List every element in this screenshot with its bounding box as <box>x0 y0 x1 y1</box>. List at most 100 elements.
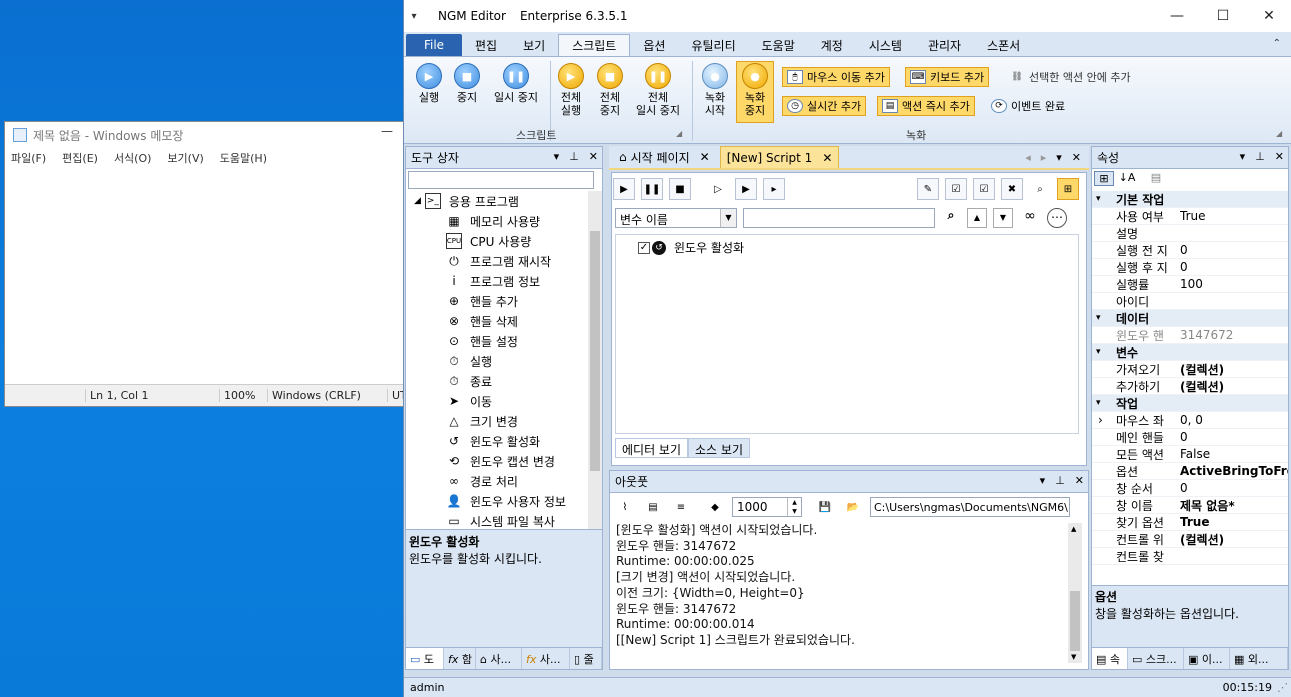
app-titlebar[interactable]: ▾ NGM Editor Enterprise 6.3.5.1 — ☐ ✕ <box>404 0 1291 32</box>
document-search-icon[interactable]: ▤ <box>642 496 664 518</box>
uncheck-icon[interactable]: ☑ <box>973 178 995 200</box>
collapse-arrow-icon[interactable]: ▾ <box>1096 347 1116 357</box>
tree-item[interactable]: ⟲ 윈도우 캡션 변경 <box>406 451 588 471</box>
tab-images[interactable]: ▣ 이... <box>1184 648 1230 669</box>
property-row[interactable]: 옵션 ActiveBringToFro <box>1092 463 1288 480</box>
close-icon[interactable]: ✕ <box>1246 0 1291 32</box>
search-icon[interactable]: ⌕ <box>1029 178 1051 200</box>
pause-all-button[interactable]: ❚❚ 전체 일시 중지 <box>630 63 686 117</box>
property-value[interactable]: True <box>1174 515 1288 529</box>
property-row[interactable]: 가져오기 (컬렉션) <box>1092 361 1288 378</box>
property-row[interactable]: 실행률 100 <box>1092 276 1288 293</box>
property-row[interactable]: 사용 여부 True <box>1092 208 1288 225</box>
variable-input[interactable] <box>743 208 935 228</box>
property-row[interactable]: 창 이름 제목 없음* <box>1092 497 1288 514</box>
tab-source-view[interactable]: 소스 보기 <box>688 438 750 458</box>
tab-script-explorer[interactable]: ▭ 스크... <box>1128 648 1184 669</box>
property-pages-icon[interactable]: ▤ <box>1146 171 1166 186</box>
collapse-ribbon-icon[interactable]: ⌃ <box>1273 38 1281 49</box>
property-category[interactable]: ▾ 기본 작업 <box>1092 191 1288 208</box>
tree-item[interactable]: ∞ 경로 처리 <box>406 471 588 491</box>
tree-view-icon[interactable]: ⊞ <box>1057 178 1079 200</box>
tab-users[interactable]: ⌂ 사... <box>476 648 522 669</box>
output-log[interactable]: [윈도우 활성화] 액션이 시작되었습니다. 윈도우 핸들: 3147672 Run… <box>614 523 1064 663</box>
tree-item[interactable]: ➤ 이동 <box>406 391 588 411</box>
tab-functions[interactable]: fx 함 <box>444 648 476 669</box>
property-value[interactable]: 100 <box>1174 277 1288 291</box>
notepad-text-area[interactable] <box>5 168 403 384</box>
property-row[interactable]: 실행 후 지 0 <box>1092 259 1288 276</box>
expand-arrow-icon[interactable]: › <box>1098 413 1103 427</box>
close-icon[interactable]: ✕ <box>700 150 710 164</box>
dropdown-icon[interactable]: ▾ <box>1040 474 1046 487</box>
event-done-button[interactable]: ⟳ 이벤트 완료 <box>986 96 1070 116</box>
tree-item[interactable]: ▭ 시스템 파일 복사 <box>406 511 588 529</box>
stop-icon[interactable]: ■ <box>669 178 691 200</box>
scroll-up-icon[interactable]: ▲ <box>1071 525 1076 533</box>
close-icon[interactable]: ✕ <box>1075 474 1084 487</box>
toolbox-search-input[interactable] <box>408 171 594 189</box>
tab-edit[interactable]: 편집 <box>462 34 510 56</box>
close-icon[interactable]: ✕ <box>1072 151 1081 164</box>
tree-item[interactable]: ↺ 윈도우 활성화 <box>406 431 588 451</box>
collapse-arrow-icon[interactable]: ▾ <box>1096 398 1116 408</box>
menu-help[interactable]: 도움말(H) <box>220 150 267 166</box>
tree-item[interactable]: ⏱ 실행 <box>406 351 588 371</box>
chevron-down-icon[interactable]: ▼ <box>720 209 736 227</box>
minimize-icon[interactable]: — <box>381 124 393 138</box>
scroll-left-icon[interactable]: ◂ <box>1025 151 1031 164</box>
tab-start-page[interactable]: ⌂ 시작 페이지 ✕ <box>613 146 716 168</box>
scroll-thumb[interactable] <box>590 231 600 471</box>
tab-properties[interactable]: ▤ 속 <box>1092 648 1128 669</box>
property-row[interactable]: 실행 전 지 0 <box>1092 242 1288 259</box>
run-button[interactable]: ▶ 실행 <box>414 63 444 104</box>
system-menu-icon[interactable]: ▾ <box>404 11 424 22</box>
property-row[interactable]: 찾기 옵션 True <box>1092 514 1288 531</box>
property-value[interactable]: (컬렉션) <box>1174 531 1288 548</box>
dropdown-icon[interactable]: ▾ <box>554 150 560 163</box>
record-start-button[interactable]: ● 녹화 시작 <box>700 63 730 117</box>
tab-account[interactable]: 계정 <box>808 34 856 56</box>
collapse-arrow-icon[interactable]: ▾ <box>1096 194 1116 204</box>
record-stop-button[interactable]: ● 녹화 중지 <box>740 63 770 117</box>
tree-item[interactable]: ▦ 메모리 사용량 <box>406 211 588 231</box>
notepad-titlebar[interactable]: 제목 없음 - Windows 메모장 <box>5 122 403 148</box>
tab-external[interactable]: ▦ 외... <box>1230 648 1288 669</box>
property-value[interactable]: 0 <box>1174 260 1288 274</box>
property-value[interactable]: True <box>1174 209 1288 223</box>
property-value[interactable]: 0 <box>1174 430 1288 444</box>
dropdown-icon[interactable]: ▾ <box>1240 150 1246 163</box>
menu-format[interactable]: 서식(O) <box>114 150 151 166</box>
property-value[interactable]: 0, 0 <box>1174 413 1288 427</box>
scroll-right-icon[interactable]: ▸ <box>1041 151 1047 164</box>
scroll-thumb[interactable] <box>1070 591 1080 651</box>
tab-script-1[interactable]: [New] Script 1 ✕ <box>719 146 840 168</box>
play-next-icon[interactable]: ▶ <box>735 178 757 200</box>
menu-view[interactable]: 보기(V) <box>167 150 203 166</box>
collapse-arrow-icon[interactable]: ▾ <box>1096 313 1116 323</box>
run-all-button[interactable]: ▶ 전체 실행 <box>556 63 586 117</box>
property-category[interactable]: ▾ 데이터 <box>1092 310 1288 327</box>
tab-view[interactable]: 보기 <box>510 34 558 56</box>
tab-sponsor[interactable]: 스폰서 <box>974 34 1033 56</box>
stepper-arrows-icon[interactable]: ▲ ▼ <box>787 498 801 516</box>
tree-item[interactable]: ⊗ 핸들 삭제 <box>406 311 588 331</box>
list-icon[interactable]: ≡ <box>670 496 692 518</box>
script-item[interactable]: ✓ ↺ 윈도우 활성화 <box>638 239 744 256</box>
eraser-icon[interactable]: ◆ <box>704 496 726 518</box>
clean-icon[interactable]: ⌇ <box>614 496 636 518</box>
pin-icon[interactable]: ⊥ <box>569 150 579 163</box>
play-frame-icon[interactable]: ▸ <box>763 178 785 200</box>
tab-admin[interactable]: 관리자 <box>915 34 974 56</box>
folder-icon[interactable]: 📂 <box>842 496 864 518</box>
tree-item[interactable]: ⏻ 프로그램 재시작 <box>406 251 588 271</box>
property-row[interactable]: 컨트롤 찾 <box>1092 548 1288 565</box>
more-icon[interactable]: ⋯ <box>1047 208 1067 228</box>
pin-icon[interactable]: ⊥ <box>1055 474 1065 487</box>
property-value[interactable]: 0 <box>1174 243 1288 257</box>
checkbox[interactable]: ✓ <box>638 241 650 254</box>
save-icon[interactable]: 💾 <box>814 496 836 518</box>
ngm-editor-window[interactable]: ▾ NGM Editor Enterprise 6.3.5.1 — ☐ ✕ Fi… <box>403 0 1291 697</box>
check-icon[interactable]: ☑ <box>945 178 967 200</box>
property-value[interactable]: 제목 없음* <box>1174 497 1288 514</box>
